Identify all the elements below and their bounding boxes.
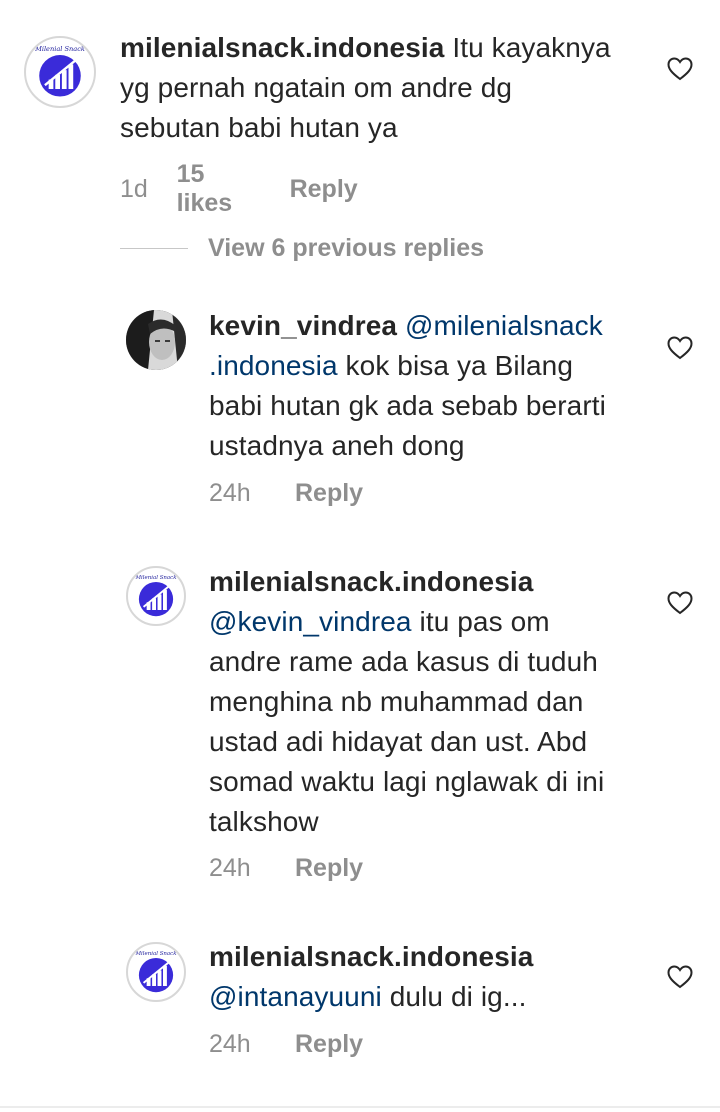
username[interactable]: milenialsnack.indonesia — [209, 937, 649, 977]
avatar-logo-text: Milenial Snack — [34, 45, 85, 53]
username[interactable]: kevin_vindrea — [209, 310, 397, 341]
mention-link[interactable]: @intanayuuni — [209, 981, 382, 1012]
like-button[interactable] — [667, 591, 693, 615]
comment-time: 1d — [120, 174, 148, 203]
milenialsnack-logo-icon: Milenial Snack — [134, 951, 177, 993]
comment-text-line-4: ustad adi hidayat dan ust. Abd — [209, 726, 588, 757]
mention-link[interactable]: @kevin_vindrea — [209, 606, 412, 637]
comment-text-line-3: ustadnya aneh dong — [209, 430, 465, 461]
comment-text-line-2: andre rame ada kasus di tuduh — [209, 646, 598, 677]
reply-button[interactable]: Reply — [295, 1030, 363, 1059]
comment-time: 24h — [209, 1030, 251, 1058]
avatar[interactable]: Milenial Snack — [126, 942, 186, 1002]
user-photo-icon — [126, 310, 186, 370]
avatar[interactable] — [126, 310, 186, 370]
bottom-divider — [0, 1106, 720, 1108]
comment-text-line-6: talkshow — [209, 806, 319, 837]
comment-text-line-1: kok bisa ya Bilang — [345, 350, 574, 381]
comment-text-line-5: somad waktu lagi nglawak di ini — [209, 766, 605, 797]
view-replies-label: View 6 previous replies — [208, 234, 485, 262]
mention-link-continued[interactable]: .indonesia — [209, 350, 338, 381]
heart-icon — [667, 57, 693, 81]
avatar-logo-text: Milenial Snack — [134, 575, 176, 581]
comment-text-line-1: dulu di ig... — [389, 981, 527, 1012]
comment-time: 24h — [209, 854, 251, 882]
likes-count[interactable]: 15 likes — [177, 160, 248, 218]
heart-icon — [667, 336, 693, 360]
like-button[interactable] — [667, 965, 693, 989]
milenialsnack-logo-icon: Milenial Snack — [134, 575, 177, 617]
comment-time: 24h — [209, 479, 251, 507]
heart-icon — [667, 591, 693, 615]
like-button[interactable] — [667, 57, 693, 81]
username[interactable]: milenialsnack.indonesia — [209, 562, 649, 602]
avatar-logo-text: Milenial Snack — [134, 951, 176, 957]
view-previous-replies-button[interactable]: View 6 previous replies — [120, 234, 484, 263]
heart-icon — [667, 965, 693, 989]
reply-button[interactable]: Reply — [295, 479, 363, 508]
reply-button[interactable]: Reply — [295, 854, 363, 883]
comment-text-line-1: itu pas om — [419, 606, 550, 637]
avatar[interactable]: Milenial Snack — [24, 36, 96, 108]
comment-text-line-3: menghina nb muhammad dan — [209, 686, 584, 717]
comment-text-line-1: Itu kayaknya — [452, 32, 611, 63]
comment-text-line-2: yg pernah ngatain om andre dg — [120, 72, 513, 103]
reply-button[interactable]: Reply — [290, 175, 358, 204]
username[interactable]: milenialsnack.indonesia — [120, 32, 444, 63]
comment-text-line-2: babi hutan gk ada sebab berarti — [209, 390, 606, 421]
milenialsnack-logo-icon: Milenial Snack — [34, 45, 85, 97]
like-button[interactable] — [667, 336, 693, 360]
mention-link[interactable]: @milenialsnack — [405, 310, 603, 341]
avatar[interactable]: Milenial Snack — [126, 566, 186, 626]
comment-text-line-3: sebutan babi hutan ya — [120, 112, 398, 143]
divider-line — [120, 248, 188, 249]
